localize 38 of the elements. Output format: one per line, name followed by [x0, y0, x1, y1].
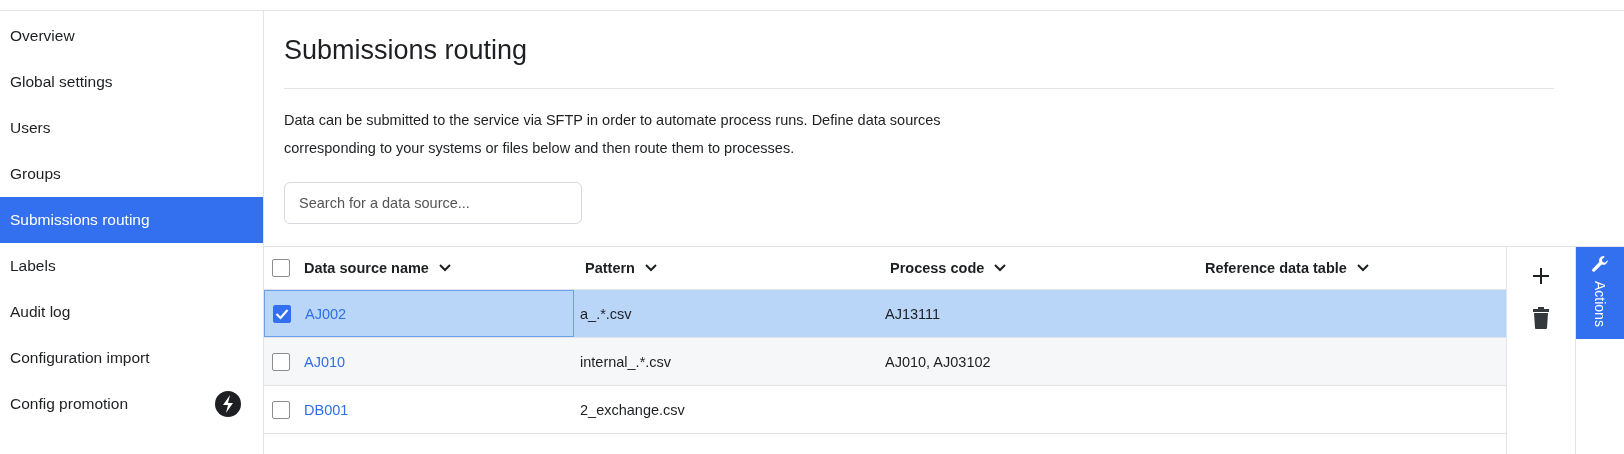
table-row[interactable]: AJ002 a_.*.csv AJ13111	[264, 290, 1506, 338]
table-cell: a_.*.csv	[580, 305, 632, 322]
data-source-link[interactable]: DB001	[304, 401, 349, 418]
table-cell: AJ010, AJ03102	[885, 353, 991, 370]
column-header[interactable]: Reference data table	[1199, 260, 1506, 276]
trash-icon[interactable]	[1533, 307, 1549, 329]
search-field[interactable]: Search for a data source...	[284, 182, 582, 224]
checkbox[interactable]	[272, 259, 290, 277]
page-title: Submissions routing	[284, 35, 1554, 89]
chevron-down-icon	[438, 264, 451, 272]
table-cell: AJ13111	[885, 305, 941, 322]
sidebar-item[interactable]: Config promotion	[0, 381, 263, 427]
checkbox[interactable]	[273, 304, 291, 323]
sidebar-item[interactable]: Global settings	[0, 59, 263, 105]
description-text: Data can be submitted to the service via SFTP in order to automate process runs. Define data sources corresponding to your systems or files below and then route them to processes.	[284, 111, 942, 158]
sidebar-item[interactable]: Users	[0, 105, 263, 151]
column-header[interactable]: Data source name	[298, 260, 579, 276]
checkbox[interactable]	[272, 400, 290, 419]
column-header[interactable]: Pattern	[579, 260, 884, 276]
chevron-down-icon	[994, 264, 1007, 272]
checkbox[interactable]	[272, 352, 290, 371]
sidebar-item[interactable]: Labels	[0, 243, 263, 289]
table-cell: 2_exchange.csv	[580, 401, 685, 418]
sidebar-item[interactable]: Groups	[0, 151, 263, 197]
chevron-down-icon	[644, 264, 657, 272]
wrench-icon	[1591, 255, 1609, 273]
table-row[interactable]: AJ010 internal_.*.csv AJ010, AJ03102	[264, 338, 1506, 386]
sidebar-item[interactable]: Overview	[0, 13, 263, 59]
chevron-down-icon	[1356, 264, 1369, 272]
table-row[interactable]: DB001 2_exchange.csv	[264, 386, 1506, 434]
column-header[interactable]: Process code	[884, 260, 1199, 276]
table-cell: internal_.*.csv	[580, 353, 672, 370]
sidebar-item[interactable]: Audit log	[0, 289, 263, 335]
sidebar-item[interactable]: Configuration import	[0, 335, 263, 381]
data-source-link[interactable]: AJ010	[304, 353, 346, 370]
sidebar-item[interactable]: Submissions routing	[0, 197, 263, 243]
add-icon[interactable]	[1532, 267, 1550, 285]
actions-tab[interactable]: Actions	[1576, 247, 1624, 339]
